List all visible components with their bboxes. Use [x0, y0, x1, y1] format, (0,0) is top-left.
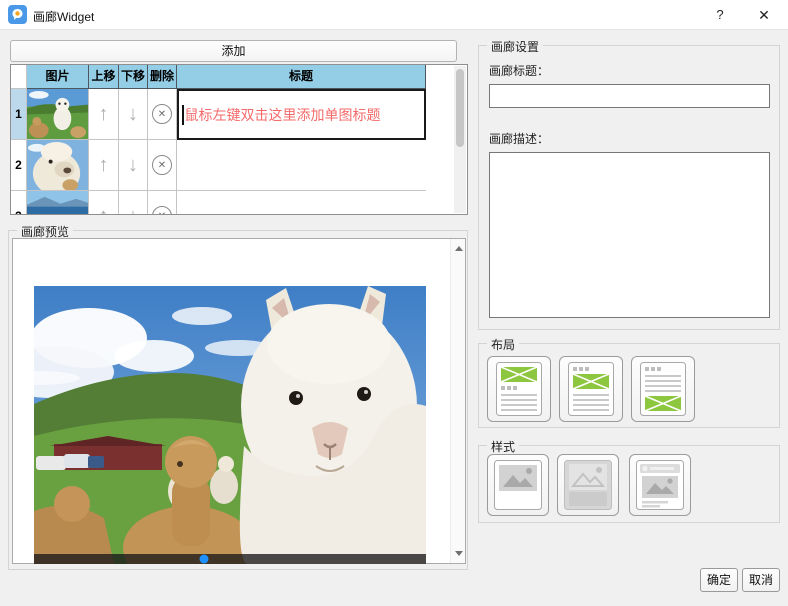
row-thumbnail — [27, 89, 89, 140]
layout-option-image-top[interactable] — [487, 356, 551, 422]
move-down-button[interactable]: ↓ — [119, 140, 148, 191]
row-thumbnail — [27, 191, 89, 214]
move-down-button[interactable]: ↓ — [119, 89, 148, 140]
header-delete: 删除 — [148, 65, 177, 89]
table-row: 2 ↑ ↓ ✕ — [11, 140, 455, 191]
style-post-card-icon — [636, 460, 684, 510]
layout-group-label: 布局 — [487, 336, 519, 353]
table-header-row: 图片 上移 下移 删除 标题 — [11, 65, 455, 89]
down-arrow-icon: ↓ — [128, 205, 138, 215]
gallery-settings-group: 画廊设置 画廊标题： 画廊描述： — [478, 45, 780, 330]
move-up-button[interactable]: ↑ — [89, 191, 119, 214]
style-group: 样式 — [478, 445, 780, 523]
pager-overlay-bar — [34, 554, 426, 564]
ok-button[interactable]: 确定 — [700, 568, 738, 592]
gallery-description-label: 画廊描述： — [489, 130, 549, 147]
row-number: 1 — [11, 89, 27, 140]
title-edit-cell[interactable]: 鼠标左键双击这里添加单图标题 — [177, 89, 426, 140]
style-option-light-card[interactable] — [487, 454, 549, 516]
coast-landscape-thumbnail — [27, 191, 88, 214]
style-group-label: 样式 — [487, 438, 519, 455]
table-scrollbar-thumb[interactable] — [456, 69, 464, 147]
add-button[interactable]: 添加 — [10, 40, 457, 62]
close-icon[interactable]: ✕ — [744, 0, 784, 30]
delete-button[interactable]: ✕ — [148, 191, 177, 214]
style-light-card-icon — [494, 460, 542, 510]
layout-image-top-icon — [496, 362, 542, 416]
delete-icon: ✕ — [152, 155, 172, 175]
gallery-description-textarea[interactable] — [489, 152, 770, 318]
title-cell[interactable] — [177, 140, 426, 191]
up-arrow-icon: ↑ — [99, 205, 109, 215]
style-option-post-card[interactable] — [629, 454, 691, 516]
gallery-title-input[interactable] — [489, 84, 770, 108]
table-row: 1 ↑ ↓ ✕ — [11, 89, 455, 140]
preview-photo — [34, 286, 426, 564]
header-image: 图片 — [27, 65, 89, 89]
layout-option-image-bottom[interactable] — [631, 356, 695, 422]
cancel-button[interactable]: 取消 — [742, 568, 780, 592]
alpaca-field-thumbnail — [27, 89, 88, 139]
row-number: 2 — [11, 140, 27, 191]
move-up-button[interactable]: ↑ — [89, 140, 119, 191]
header-title: 标题 — [177, 65, 426, 89]
layout-image-middle-icon — [568, 362, 614, 416]
move-up-button[interactable]: ↑ — [89, 89, 119, 140]
alpaca-closeup-thumbnail — [27, 140, 88, 190]
delete-button[interactable]: ✕ — [148, 140, 177, 191]
titlebar: 画廊Widget ? ✕ — [0, 0, 788, 30]
window-title: 画廊Widget — [33, 8, 94, 25]
style-gray-card-icon — [564, 460, 612, 510]
settings-group-label: 画廊设置 — [487, 38, 543, 55]
header-move-up: 上移 — [89, 65, 119, 89]
alpaca-preview-image — [34, 286, 426, 564]
down-arrow-icon: ↓ — [128, 154, 138, 177]
layout-option-image-middle[interactable] — [559, 356, 623, 422]
row-thumbnail — [27, 140, 89, 191]
table-viewport: 图片 上移 下移 删除 标题 1 — [11, 65, 455, 214]
gallery-title-label: 画廊标题： — [489, 62, 549, 79]
layout-image-bottom-icon — [640, 362, 686, 416]
scroll-up-icon[interactable] — [451, 241, 466, 257]
preview-panel — [12, 238, 466, 564]
title-placeholder-text: 鼠标左键双击这里添加单图标题 — [185, 105, 381, 125]
move-down-button[interactable]: ↓ — [119, 191, 148, 214]
layout-group: 布局 — [478, 343, 780, 428]
text-caret — [182, 105, 184, 125]
pager-dot — [200, 555, 209, 564]
gallery-preview-group: 画廊预览 — [8, 230, 468, 570]
app-icon — [8, 5, 27, 24]
delete-button[interactable]: ✕ — [148, 89, 177, 140]
row-number: 3 — [11, 191, 27, 214]
header-move-down: 下移 — [119, 65, 148, 89]
table-scrollbar[interactable] — [454, 66, 466, 213]
image-table: 图片 上移 下移 删除 标题 1 — [10, 64, 468, 215]
delete-icon: ✕ — [152, 104, 172, 124]
down-arrow-icon: ↓ — [128, 103, 138, 126]
up-arrow-icon: ↑ — [99, 103, 109, 126]
title-cell[interactable] — [177, 191, 426, 214]
corner-cell — [11, 65, 27, 89]
scroll-down-icon[interactable] — [451, 545, 466, 561]
up-arrow-icon: ↑ — [99, 154, 109, 177]
style-option-gray-card[interactable] — [557, 454, 619, 516]
table-row: 3 ↑ ↓ ✕ — [11, 191, 455, 214]
help-button[interactable]: ? — [700, 0, 740, 30]
delete-icon: ✕ — [152, 206, 172, 214]
preview-scrollbar[interactable] — [450, 239, 465, 563]
